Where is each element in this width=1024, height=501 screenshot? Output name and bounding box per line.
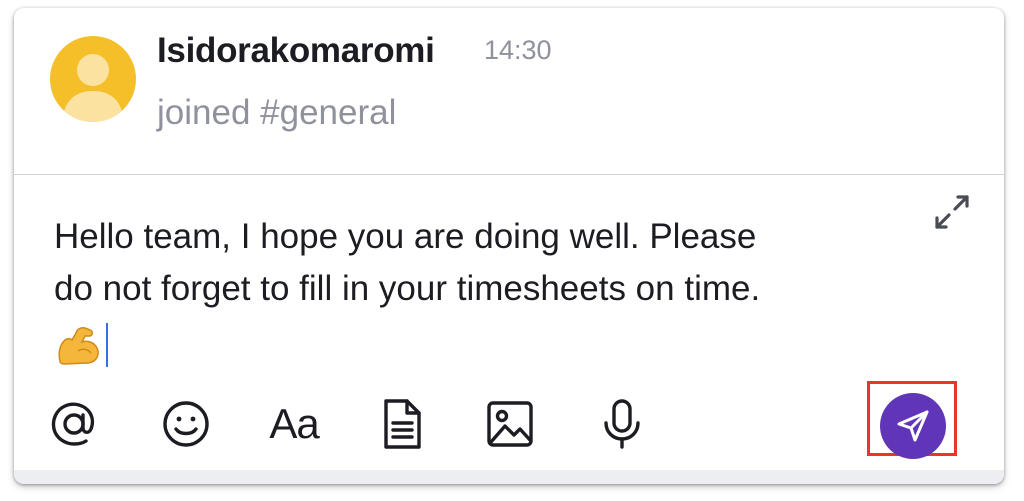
image-icon [487, 401, 533, 447]
default-user-icon [62, 54, 124, 122]
send-paper-plane-icon [897, 410, 929, 442]
system-post: Isidorakomaromi 14:30 joined #general [14, 8, 1004, 174]
post-username[interactable]: Isidorakomaromi [157, 31, 435, 71]
mention-button[interactable] [44, 396, 104, 452]
document-icon [384, 399, 421, 449]
attach-file-button[interactable] [374, 396, 430, 452]
post-timestamp: 14:30 [484, 35, 552, 65]
composer-divider [14, 174, 1004, 175]
emoji-button[interactable] [156, 396, 216, 452]
message-card: Isidorakomaromi 14:30 joined #general He… [14, 8, 1004, 484]
expand-arrows-icon [935, 195, 969, 229]
message-input[interactable]: Hello team, I hope you are doing well. P… [54, 211, 914, 315]
send-button[interactable] [880, 393, 946, 459]
flexed-biceps-icon [58, 327, 99, 365]
microphone-icon [604, 399, 640, 449]
system-message: joined #general [157, 93, 397, 132]
avatar[interactable] [50, 36, 136, 122]
voice-message-button[interactable] [594, 396, 650, 452]
message-emoji-line [54, 321, 108, 369]
text-caret [106, 323, 108, 367]
composer-footer [14, 470, 1004, 484]
at-sign-icon [51, 402, 95, 446]
message-line-1: Hello team, I hope you are doing well. P… [54, 217, 757, 256]
formatting-button[interactable]: Aa [258, 396, 330, 452]
formatting-label: Aa [269, 400, 319, 447]
smiley-icon [163, 401, 209, 447]
expand-composer-button[interactable] [928, 188, 976, 236]
message-line-2: do not forget to fill in your timesheets… [54, 269, 761, 308]
image-button[interactable] [480, 396, 540, 452]
